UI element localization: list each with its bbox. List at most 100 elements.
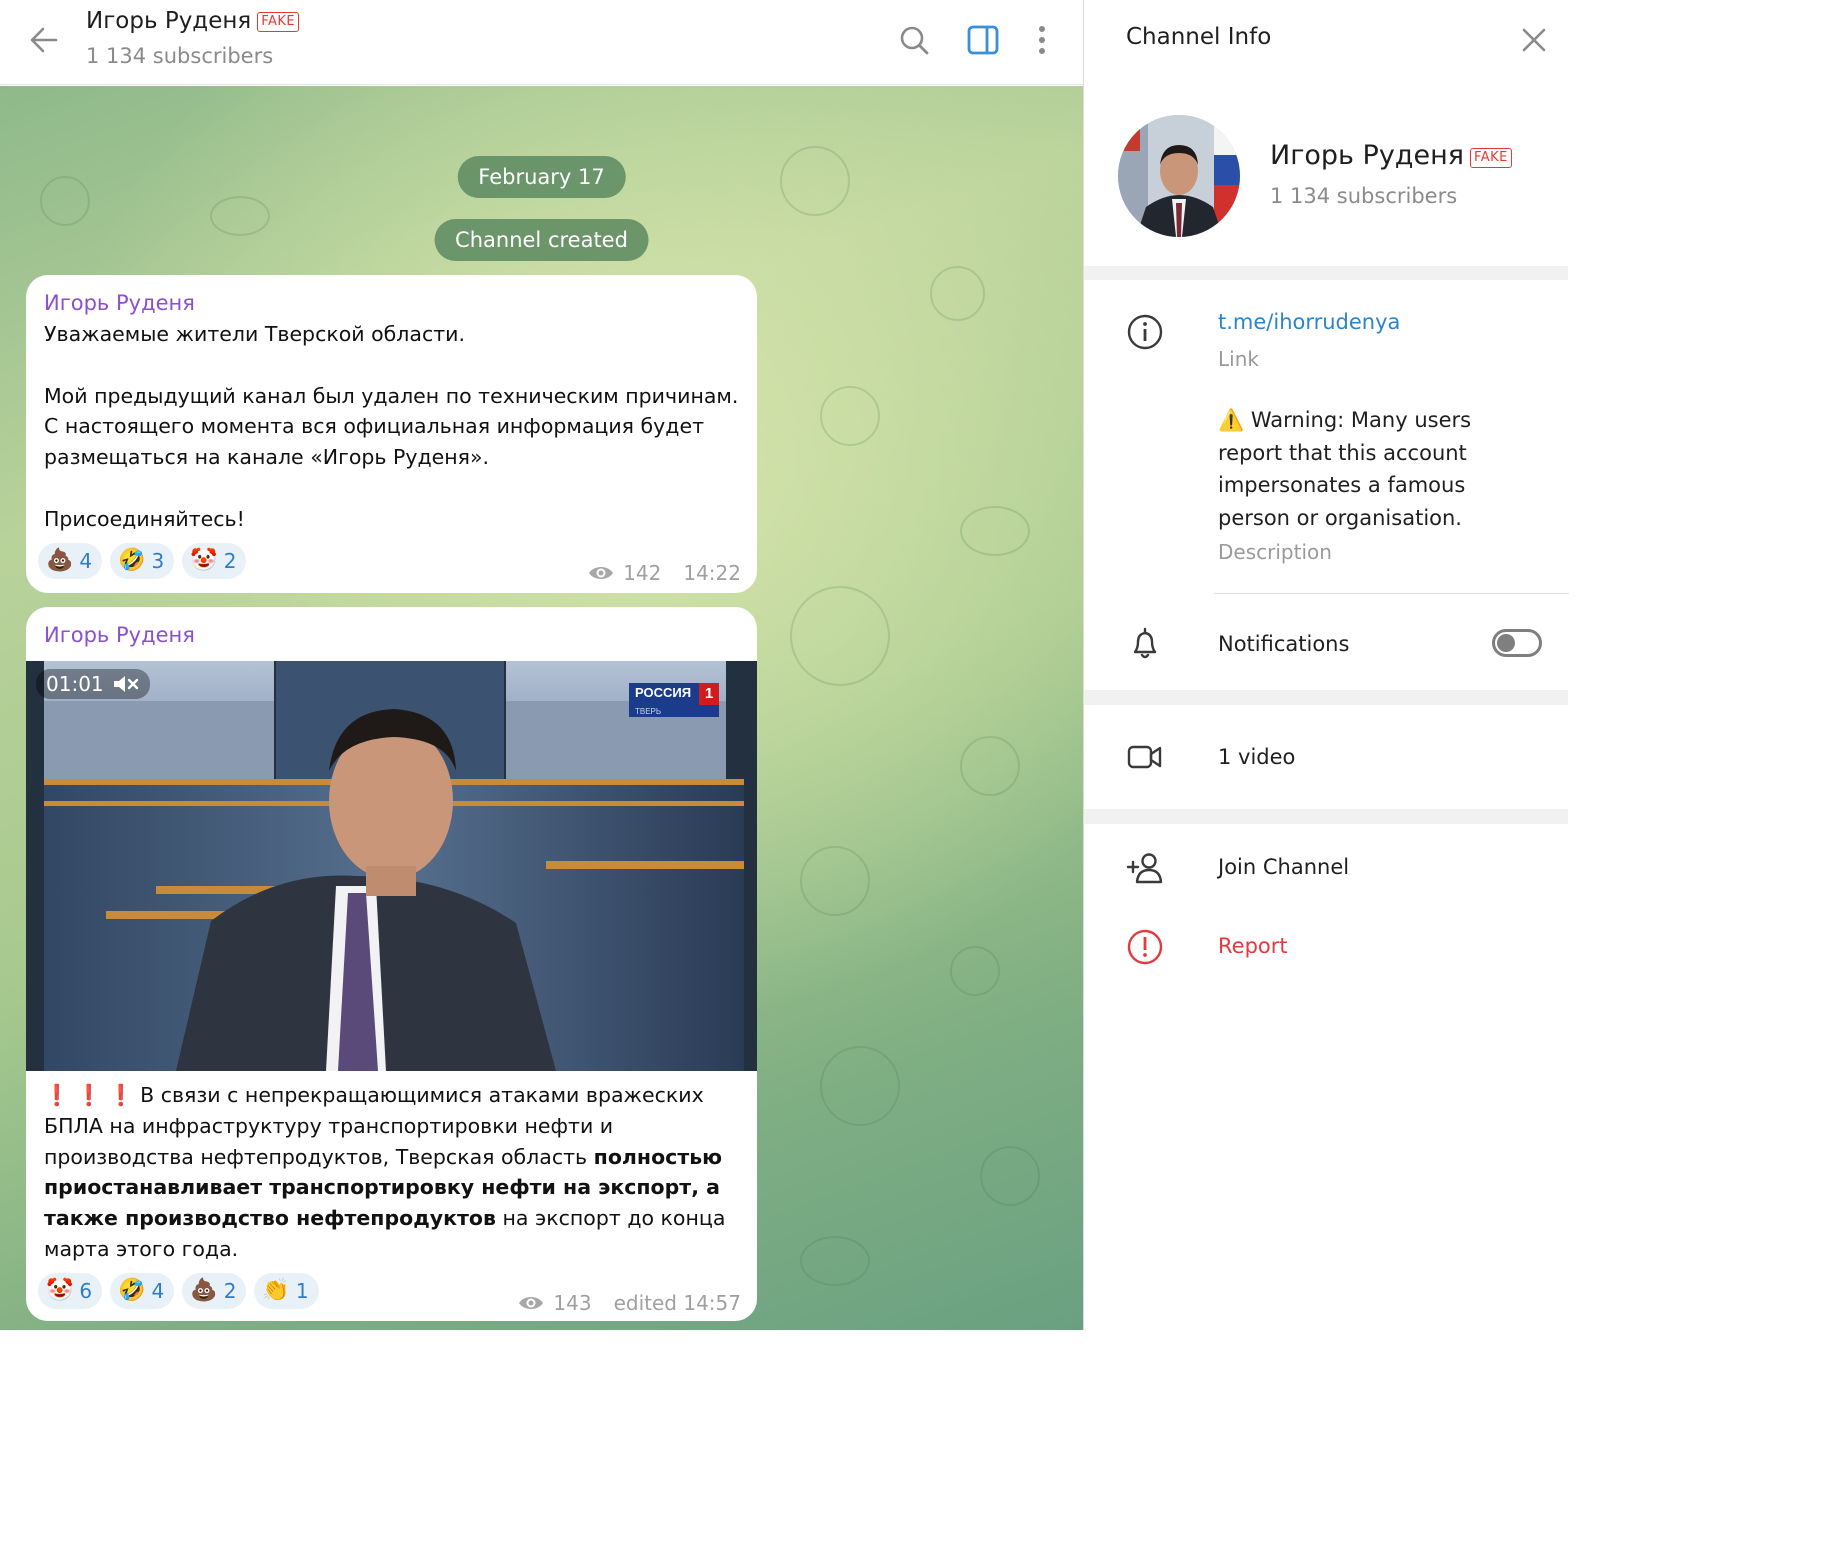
add-user-icon [1126, 853, 1163, 884]
doodle [980, 1146, 1040, 1206]
message-time: 14:22 [683, 561, 741, 585]
doodle [960, 736, 1020, 796]
bell-icon [1133, 627, 1157, 659]
video-thumbnail[interactable]: 01:01 РОССИЯ 1 ТВЕРЬ [26, 661, 757, 1071]
avatar-image [1118, 115, 1240, 237]
reaction-emoji: 🤡 [46, 1278, 74, 1303]
reaction-count: 1 [295, 1279, 309, 1303]
reaction-chip[interactable]: 🤡 6 [38, 1273, 103, 1309]
date-pill: February 17 [457, 156, 626, 198]
report-icon [1127, 929, 1163, 965]
toggle-knob [1497, 634, 1515, 652]
doodle [820, 386, 880, 446]
panel-title: Channel Info [1126, 24, 1272, 50]
search-icon[interactable] [894, 20, 934, 60]
reaction-emoji: 🤣 [118, 1278, 146, 1303]
message-bubble: Игорь Руденя 01:01 РОССИЯ 1 ТВЕРЬ ❗ ❗ ❗ … [26, 607, 757, 1321]
doodle [210, 196, 270, 236]
message-meta: 142 14:22 [587, 561, 741, 585]
avatar[interactable] [1118, 115, 1240, 237]
warning-message: Warning: Many users report that this acc… [1218, 408, 1472, 530]
reaction-count: 2 [223, 1279, 237, 1303]
message-bubble: Игорь Руденя Уважаемые жители Тверской о… [26, 275, 757, 593]
info-subscriber-count: 1 134 subscribers [1270, 184, 1458, 208]
doodle [930, 266, 985, 321]
channel-info-panel: Channel Info Игорь Руденя FAKE 1 134 subs [1083, 0, 1569, 1330]
back-arrow-icon[interactable] [26, 22, 62, 58]
report-button[interactable]: Report [1218, 934, 1288, 958]
join-channel-button[interactable]: Join Channel [1218, 855, 1349, 879]
notifications-toggle[interactable] [1492, 629, 1542, 657]
warning-text: ⚠️ Warning: Many users report that this … [1218, 404, 1528, 534]
message-meta: 143 edited 14:57 [517, 1291, 741, 1315]
info-details-section: t.me/ihorrudenya Link ⚠️ Warning: Many u… [1084, 280, 1569, 690]
doodle [950, 946, 1000, 996]
video-camera-icon [1127, 745, 1162, 769]
fake-badge: FAKE [257, 12, 300, 32]
channel-link[interactable]: t.me/ihorrudenya [1218, 310, 1400, 334]
reaction-emoji: 🤡 [190, 548, 218, 573]
reactions: 🤡 6 🤣 4 💩 2 👏 1 [38, 1273, 319, 1309]
reaction-emoji: 👏 [262, 1278, 290, 1303]
channel-title[interactable]: Игорь Руденя FAKE [86, 8, 300, 34]
reaction-chip[interactable]: 💩 2 [182, 1273, 247, 1309]
video-frame [26, 661, 757, 1071]
more-options-icon[interactable] [1022, 20, 1062, 60]
reaction-count: 4 [151, 1279, 165, 1303]
video-count[interactable]: 1 video [1218, 745, 1295, 769]
subscriber-count: 1 134 subscribers [86, 44, 274, 68]
message-sender[interactable]: Игорь Руденя [44, 623, 195, 647]
info-name-text: Игорь Руденя [1270, 140, 1464, 171]
tv-channel-logo: РОССИЯ 1 ТВЕРЬ [629, 683, 719, 717]
warning-icon: ⚠️ [1218, 408, 1245, 432]
doodle [820, 1046, 900, 1126]
sidebar-toggle-icon[interactable] [963, 20, 1003, 60]
views-eye-icon [519, 1297, 544, 1309]
chat-header: Игорь Руденя FAKE 1 134 subscribers [0, 0, 1083, 85]
message-sender[interactable]: Игорь Руденя [44, 291, 195, 315]
views-eye-icon [589, 567, 614, 579]
reaction-count: 4 [79, 549, 93, 573]
chat-column: Игорь Руденя FAKE 1 134 subscribers Febr… [0, 0, 1083, 1330]
doodle [800, 846, 870, 916]
reaction-emoji: 💩 [46, 548, 74, 573]
info-media-section: 1 video [1084, 705, 1569, 809]
reaction-chip[interactable]: 👏 1 [254, 1273, 319, 1309]
message-text: ❗ ❗ ❗ В связи с непрекращающимися атакам… [44, 1080, 744, 1265]
reaction-chip[interactable]: 💩 4 [38, 543, 103, 579]
reaction-emoji: 💩 [190, 1278, 218, 1303]
view-count: 142 [623, 561, 662, 585]
tv-logo-text: РОССИЯ [635, 685, 692, 700]
channel-name: Игорь Руденя [86, 8, 252, 34]
divider [1214, 593, 1569, 594]
doodle [960, 506, 1030, 556]
video-duration-badge: 01:01 [36, 669, 150, 699]
reaction-chip[interactable]: 🤣 4 [110, 1273, 175, 1309]
info-icon [1127, 314, 1163, 350]
doodle [780, 146, 850, 216]
chat-background: February 17 Channel created Игорь Руденя… [0, 86, 1083, 1330]
doodle [800, 1236, 870, 1286]
description-label: Description [1218, 540, 1332, 564]
tv-logo-city: ТВЕРЬ [635, 707, 662, 716]
link-label: Link [1218, 347, 1259, 371]
service-message: Channel created [434, 219, 649, 261]
info-profile-section: Channel Info Игорь Руденя FAKE 1 134 subs [1084, 0, 1569, 266]
reaction-emoji: 🤣 [118, 548, 146, 573]
notifications-label: Notifications [1218, 632, 1350, 656]
tv-logo-number: 1 [699, 683, 719, 705]
info-channel-name: Игорь Руденя FAKE [1270, 140, 1512, 171]
video-duration: 01:01 [46, 672, 104, 696]
doodle [40, 176, 90, 226]
muted-speaker-icon[interactable] [112, 673, 140, 695]
reactions: 💩 4 🤣 3 🤡 2 [38, 543, 247, 579]
reaction-chip[interactable]: 🤣 3 [110, 543, 175, 579]
message-time: edited 14:57 [613, 1291, 741, 1315]
reaction-count: 6 [79, 1279, 93, 1303]
doodle [790, 586, 890, 686]
fake-badge: FAKE [1469, 148, 1512, 168]
close-icon[interactable] [1516, 22, 1552, 58]
reaction-chip[interactable]: 🤡 2 [182, 543, 247, 579]
message-text: Уважаемые жители Тверской области. Мой п… [44, 322, 739, 531]
view-count: 143 [553, 1291, 592, 1315]
